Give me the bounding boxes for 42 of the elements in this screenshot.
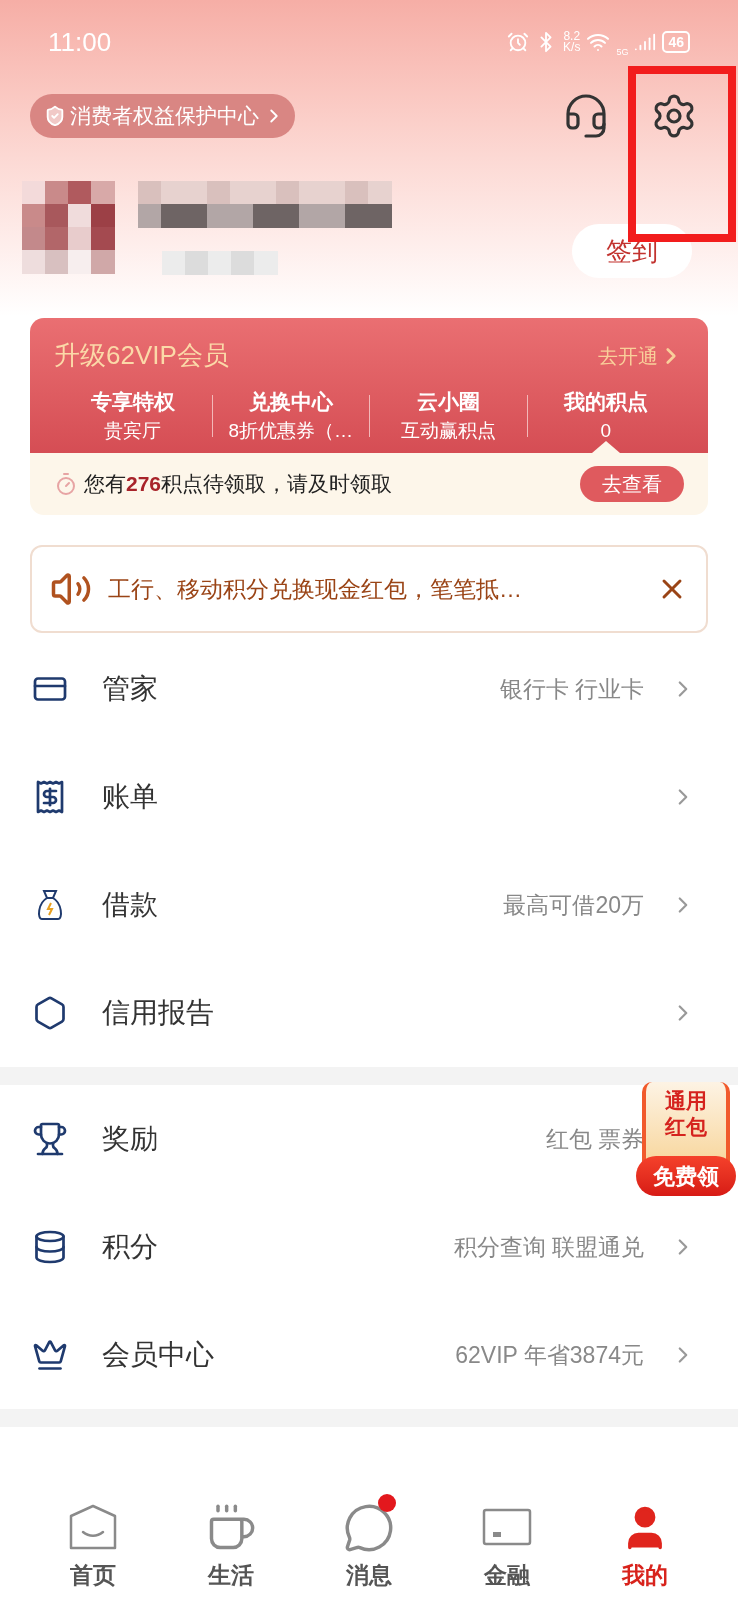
alarm-icon: [507, 31, 530, 53]
network-type: 5G: [616, 46, 629, 60]
menu-label: 借款: [102, 888, 159, 922]
menu-label: 账单: [102, 780, 159, 814]
feature-item[interactable]: 兑换中心 8折优惠券（…: [212, 387, 369, 453]
timer-icon: [54, 472, 78, 496]
menu-label: 积分: [102, 1230, 159, 1264]
tab-item[interactable]: 生活: [162, 1491, 300, 1592]
tab-item[interactable]: 首页: [24, 1491, 162, 1592]
badge-text: 红包: [665, 1114, 707, 1140]
feature-item[interactable]: 云小圈 互动赢积点: [370, 387, 527, 453]
tab-item[interactable]: 消息: [300, 1491, 438, 1592]
trophy-icon: [32, 1121, 68, 1157]
feature-item[interactable]: 我的积点 0: [527, 387, 684, 453]
battery-level: 46: [662, 31, 690, 53]
crown-icon: [32, 1337, 68, 1373]
notice-text: 工行、移动积分兑换现金红包，笔笔抵…: [108, 574, 523, 604]
badge-text: 通用: [665, 1088, 707, 1114]
view-button[interactable]: 去查看: [580, 466, 684, 502]
menu-label: 管家: [102, 672, 159, 706]
menu-detail: 62VIP 年省3874元: [455, 1340, 644, 1370]
menu-label: 奖励: [102, 1122, 159, 1156]
menu-label: 信用报告: [102, 996, 215, 1030]
status-time: 11:00: [48, 25, 112, 59]
hexagon-icon: [32, 995, 68, 1031]
menu-label: 会员中心: [102, 1338, 215, 1372]
coins-icon: [32, 1229, 68, 1265]
consumer-protection-button[interactable]: 消费者权益保护中心: [30, 94, 295, 138]
activate-link[interactable]: 去开通: [598, 340, 684, 371]
menu-detail: 最高可借20万: [503, 890, 644, 920]
menu-detail: 积分查询 联盟通兑: [453, 1232, 644, 1262]
network-speed: 8.2: [563, 31, 581, 42]
shield-icon: [44, 105, 66, 127]
menu-detail: 银行卡 行业卡: [499, 674, 644, 704]
claim-button[interactable]: 免费领: [636, 1156, 736, 1196]
points-notice: 您有276积点待领取，请及时领取: [84, 471, 393, 498]
tab-item[interactable]: 金融: [438, 1491, 576, 1592]
tab-item[interactable]: 我的: [576, 1491, 714, 1592]
vip-title: 升级62VIP会员: [54, 339, 229, 372]
feature-item[interactable]: 专享特权 贵宾厅: [54, 387, 212, 453]
signal-icon: [634, 31, 657, 53]
network-speed: K/s: [563, 42, 581, 53]
